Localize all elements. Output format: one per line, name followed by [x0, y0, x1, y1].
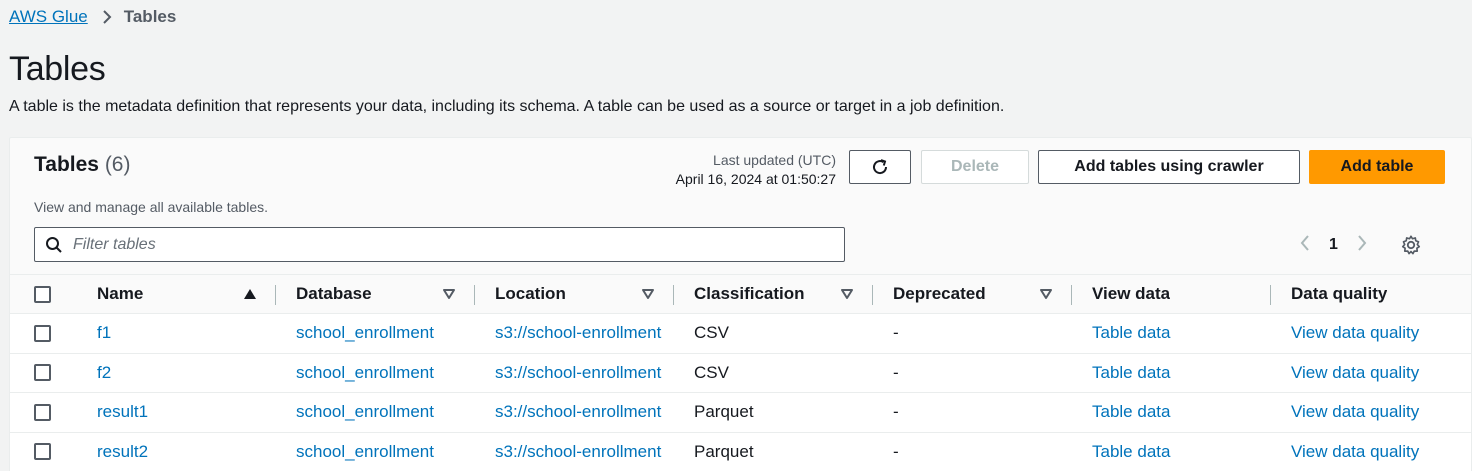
row-checkbox[interactable] [34, 364, 51, 382]
sort-caret-icon[interactable] [641, 275, 655, 313]
table-name-link[interactable]: f1 [97, 314, 267, 353]
breadcrumb: AWS Glue Tables [9, 7, 176, 27]
classification-cell: CSV [694, 362, 729, 382]
page-number-1[interactable]: 1 [1329, 236, 1338, 254]
database-link[interactable]: school_enrollment [296, 354, 466, 393]
column-separator[interactable] [673, 285, 674, 305]
header-name[interactable]: Name [97, 275, 143, 313]
breadcrumb-current: Tables [123, 7, 177, 26]
last-updated: Last updated (UTC) April 16, 2024 at 01:… [676, 151, 836, 189]
row-select-cell [34, 393, 51, 432]
deprecated-cell: - [893, 402, 899, 422]
header-data-quality: Data quality [1291, 284, 1388, 303]
sort-caret-icon[interactable] [442, 275, 456, 313]
deprecated-cell: - [893, 323, 899, 343]
table-data-link[interactable]: Table data [1092, 314, 1262, 353]
last-updated-value: April 16, 2024 at 01:50:27 [675, 171, 836, 187]
row-checkbox[interactable] [34, 403, 51, 421]
deprecated-cell: - [893, 362, 899, 382]
table-count: (6) [104, 153, 131, 176]
database-link[interactable]: school_enrollment [296, 433, 466, 471]
header-deprecated[interactable]: Deprecated [893, 275, 986, 313]
filter-tables-input[interactable] [73, 235, 813, 254]
panel-subtitle: View and manage all available tables. [34, 199, 269, 215]
row-select-cell [34, 433, 51, 471]
row-select-cell [34, 314, 51, 353]
gear-icon[interactable] [1400, 234, 1422, 256]
page-description: A table is the metadata definition that … [9, 98, 1005, 115]
view-data-quality-link[interactable]: View data quality [1291, 433, 1461, 471]
column-separator[interactable] [1270, 285, 1271, 305]
sort-caret-icon[interactable] [840, 275, 854, 313]
delete-button[interactable]: Delete [921, 150, 1029, 184]
table-row: f1 school_enrollment s3://school-enrollm… [10, 314, 1471, 354]
tables-panel: Tables (6) View and manage all available… [9, 137, 1472, 471]
table-row: result1 school_enrollment s3://school-en… [10, 393, 1471, 433]
view-data-quality-link[interactable]: View data quality [1291, 354, 1461, 393]
search-icon [46, 236, 62, 253]
table-name-link[interactable]: result1 [97, 393, 267, 432]
table-row: result2 school_enrollment s3://school-en… [10, 432, 1471, 471]
table-data-link[interactable]: Table data [1092, 393, 1262, 432]
location-link[interactable]: s3://school-enrollment [495, 393, 673, 432]
panel-title: Tables (6) [34, 153, 130, 177]
table-name-link[interactable]: f2 [97, 354, 267, 393]
table-row: f2 school_enrollment s3://school-enrollm… [10, 353, 1471, 393]
select-all-checkbox[interactable] [34, 285, 51, 303]
table-header-row: Name Database Location Classification De… [10, 274, 1471, 314]
view-data-quality-link[interactable]: View data quality [1291, 314, 1461, 353]
database-link[interactable]: school_enrollment [296, 314, 466, 353]
classification-cell: Parquet [694, 441, 754, 461]
column-separator[interactable] [275, 285, 276, 305]
pagination: 1 [1299, 230, 1422, 260]
panel-title-text: Tables [34, 153, 99, 176]
view-data-quality-link[interactable]: View data quality [1291, 393, 1461, 432]
deprecated-cell: - [893, 441, 899, 461]
page-title: Tables [9, 50, 106, 88]
refresh-icon [873, 159, 888, 175]
column-separator[interactable] [872, 285, 873, 305]
database-link[interactable]: school_enrollment [296, 393, 466, 432]
add-tables-using-crawler-button[interactable]: Add tables using crawler [1038, 150, 1300, 184]
row-select-cell [34, 354, 51, 393]
tables-table: Name Database Location Classification De… [10, 274, 1471, 471]
column-separator[interactable] [474, 285, 475, 305]
header-database[interactable]: Database [296, 275, 372, 313]
column-separator[interactable] [1071, 285, 1072, 305]
location-link[interactable]: s3://school-enrollment [495, 433, 673, 471]
chevron-right-icon [102, 9, 112, 25]
add-table-button[interactable]: Add table [1309, 150, 1445, 184]
classification-cell: CSV [694, 323, 729, 343]
refresh-button[interactable] [849, 150, 911, 184]
select-all-cell [34, 275, 51, 313]
table-data-link[interactable]: Table data [1092, 354, 1262, 393]
row-checkbox[interactable] [34, 443, 51, 461]
location-link[interactable]: s3://school-enrollment [495, 354, 673, 393]
table-name-link[interactable]: result2 [97, 433, 267, 471]
row-checkbox[interactable] [34, 324, 51, 342]
sort-caret-icon[interactable] [1039, 275, 1053, 313]
filter-tables-field [34, 227, 845, 262]
header-location[interactable]: Location [495, 275, 566, 313]
previous-page-icon[interactable] [1299, 233, 1311, 258]
table-data-link[interactable]: Table data [1092, 433, 1262, 471]
header-classification[interactable]: Classification [694, 275, 805, 313]
last-updated-label: Last updated (UTC) [713, 152, 836, 168]
next-page-icon[interactable] [1356, 233, 1368, 258]
classification-cell: Parquet [694, 402, 754, 422]
sort-ascending-icon[interactable] [243, 275, 257, 313]
header-view-data: View data [1092, 284, 1171, 303]
location-link[interactable]: s3://school-enrollment [495, 314, 673, 353]
breadcrumb-aws-glue-link[interactable]: AWS Glue [9, 7, 88, 27]
